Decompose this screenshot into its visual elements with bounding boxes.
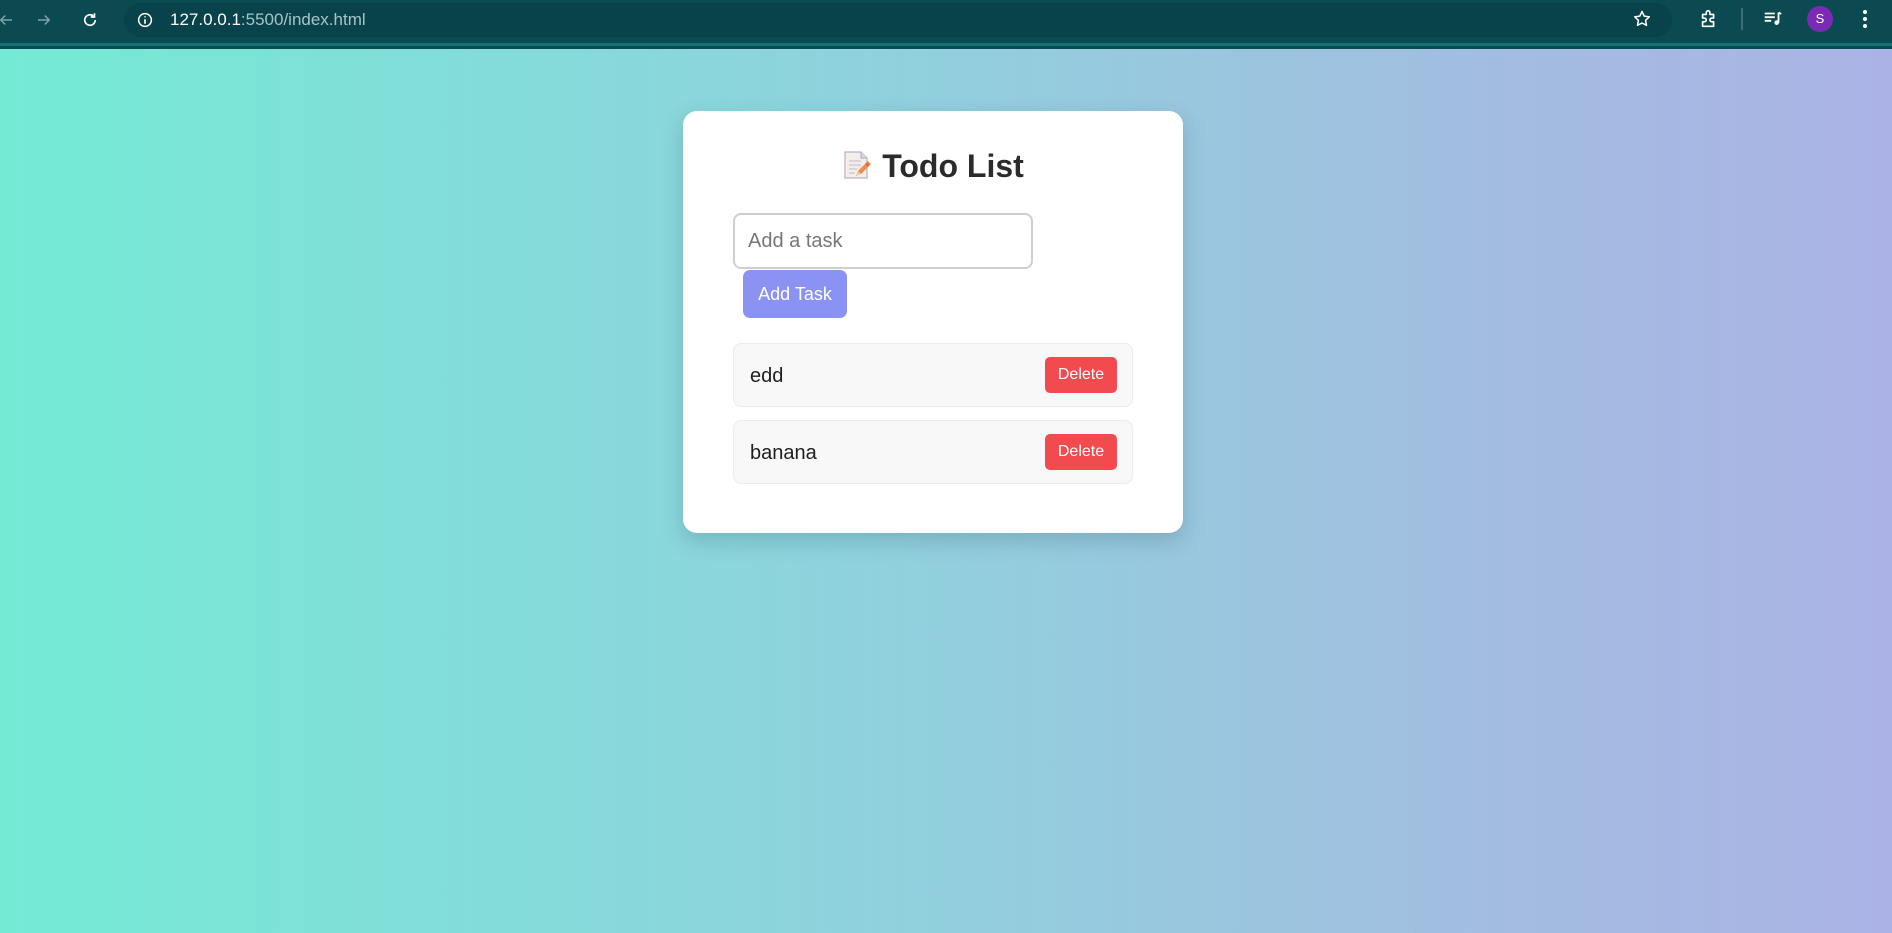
address-bar[interactable]: 127.0.0.1:5500/index.html (124, 3, 1672, 37)
memo-icon (842, 149, 872, 181)
browser-toolbar: 127.0.0.1:5500/index.html S (0, 0, 1892, 46)
page-viewport: Todo List Add Task edd Delete banana Del… (0, 49, 1892, 933)
extensions-puzzle-icon[interactable] (1698, 8, 1722, 32)
toolbar-divider (1741, 8, 1743, 30)
url-path: :5500/index.html (240, 10, 366, 29)
task-list: edd Delete banana Delete (733, 343, 1133, 497)
reload-icon[interactable] (78, 8, 102, 32)
url-host: 127.0.0.1 (170, 10, 241, 29)
site-info-icon[interactable] (133, 8, 157, 32)
delete-task-button[interactable]: Delete (1045, 434, 1117, 470)
task-item: edd Delete (733, 343, 1133, 407)
back-arrow-icon[interactable] (0, 8, 18, 32)
todo-card: Todo List Add Task edd Delete banana Del… (683, 111, 1183, 533)
bookmark-star-icon[interactable] (1632, 9, 1654, 31)
forward-arrow-icon[interactable] (32, 8, 56, 32)
media-queue-icon[interactable] (1762, 8, 1786, 32)
task-input[interactable] (733, 213, 1033, 269)
task-text: edd (750, 365, 784, 387)
page-title: Todo List (683, 148, 1183, 185)
profile-avatar[interactable]: S (1807, 6, 1833, 32)
page-title-text: Todo List (882, 148, 1024, 184)
url-text[interactable]: 127.0.0.1:5500/index.html (170, 11, 366, 29)
add-task-button[interactable]: Add Task (743, 270, 847, 318)
task-item: banana Delete (733, 420, 1133, 484)
delete-task-button[interactable]: Delete (1045, 357, 1117, 393)
more-menu-icon[interactable] (1858, 6, 1872, 32)
task-text: banana (750, 442, 817, 464)
